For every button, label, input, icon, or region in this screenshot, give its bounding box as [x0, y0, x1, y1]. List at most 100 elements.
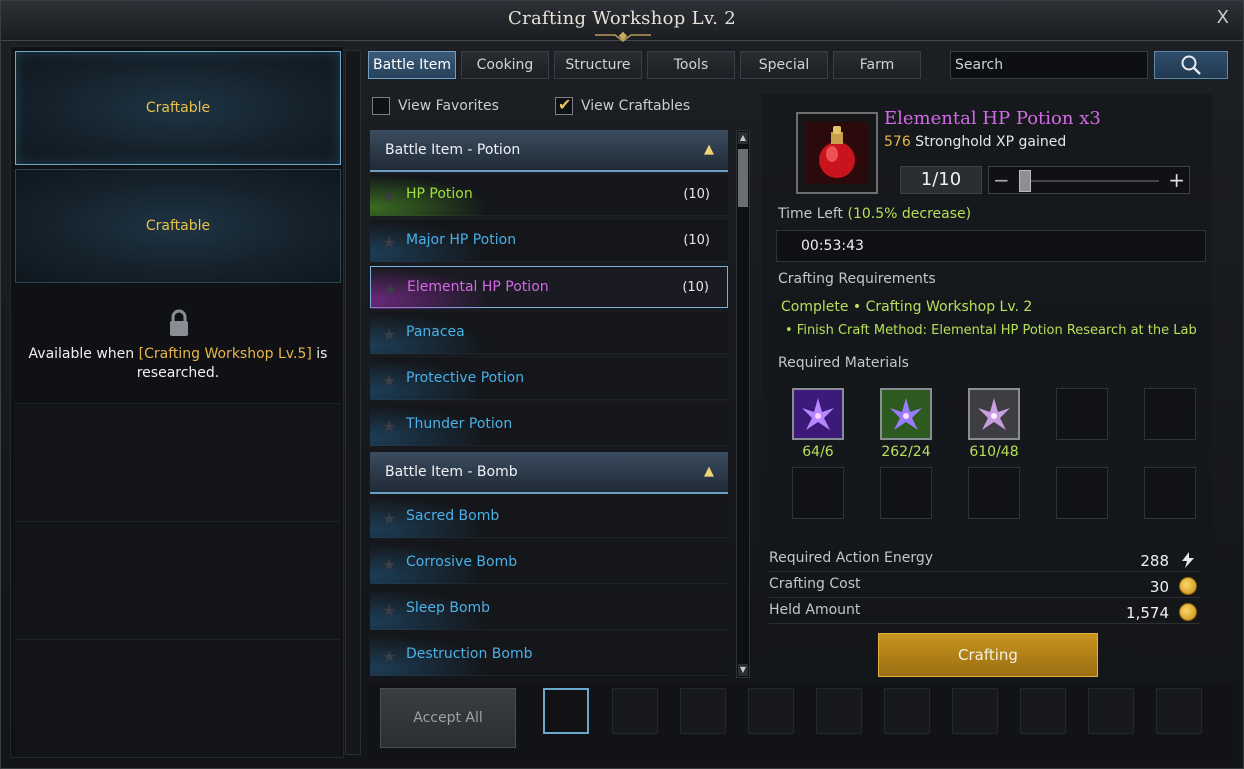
favorite-star-icon[interactable]: ★ [382, 417, 396, 436]
scroll-thumb[interactable] [738, 149, 748, 207]
magnifier-icon [1181, 55, 1201, 75]
favorite-star-icon[interactable]: ★ [382, 647, 396, 666]
collapse-caret-icon[interactable]: ▲ [704, 142, 714, 157]
stat-label: Required Action Energy [769, 550, 934, 566]
column-divider [345, 50, 361, 755]
checkbox-box[interactable] [372, 97, 390, 115]
recipe-name: Elemental HP Potion [407, 279, 549, 295]
empty-slot [15, 521, 341, 639]
material-slot-empty [792, 467, 844, 519]
output-slot[interactable] [680, 688, 726, 734]
recipe-item-selected[interactable]: ★ Elemental HP Potion (10) [370, 266, 728, 309]
scroll-down-arrow-icon[interactable]: ▼ [738, 664, 748, 676]
output-slot[interactable] [816, 688, 862, 734]
recipe-name: Major HP Potion [406, 232, 517, 248]
close-button[interactable]: X [1217, 7, 1229, 28]
material-slot-2[interactable] [880, 388, 932, 440]
materials-title: Required Materials [778, 355, 909, 371]
output-slot[interactable] [1088, 688, 1134, 734]
search-input[interactable]: Search [950, 51, 1148, 79]
favorite-star-icon[interactable]: ★ [383, 280, 397, 299]
title-ornament-icon [595, 31, 651, 42]
stat-crafting-cost: Crafting Cost 30 [769, 574, 1201, 598]
flower-material-icon [882, 390, 930, 438]
output-slot[interactable] [884, 688, 930, 734]
recipe-item[interactable]: ★ Sleep Bomb [370, 588, 728, 630]
requirement-line-2: • Finish Craft Method: Elemental HP Poti… [785, 323, 1197, 338]
view-favorites-checkbox[interactable]: View Favorites [372, 96, 499, 116]
scroll-up-arrow-icon[interactable]: ▲ [738, 132, 748, 144]
empty-slot [15, 403, 341, 521]
view-favorites-label: View Favorites [398, 98, 499, 114]
decrease-button[interactable]: − [993, 167, 1010, 193]
tab-battle-item[interactable]: Battle Item [368, 51, 456, 79]
increase-button[interactable]: + [1168, 167, 1185, 193]
checkbox-box[interactable]: ✔ [555, 95, 573, 115]
craft-slot-1[interactable]: Craftable [15, 51, 341, 165]
favorite-star-icon[interactable]: ★ [382, 187, 396, 206]
xp-text: 576 Stronghold XP gained [884, 134, 1066, 150]
tab-special[interactable]: Special [740, 51, 828, 79]
recipe-item[interactable]: ★ HP Potion (10) [370, 174, 728, 216]
favorite-star-icon[interactable]: ★ [382, 371, 396, 390]
window-title: Crafting Workshop Lv. 2 [508, 8, 736, 29]
recipe-name: Sleep Bomb [406, 600, 491, 616]
output-slot[interactable] [1020, 688, 1066, 734]
recipe-item[interactable]: ★ Thunder Potion [370, 404, 728, 446]
gold-coin-icon [1179, 603, 1197, 621]
favorite-star-icon[interactable]: ★ [382, 325, 396, 344]
empty-slot [15, 639, 341, 757]
view-craftables-checkbox[interactable]: ✔ View Craftables [555, 95, 690, 116]
output-slot[interactable] [952, 688, 998, 734]
material-slot-empty [1144, 388, 1196, 440]
recipe-item[interactable]: ★ Panacea [370, 312, 728, 354]
tab-tools[interactable]: Tools [647, 51, 735, 79]
recipe-item[interactable]: ★ Sacred Bomb [370, 496, 728, 538]
tab-cooking[interactable]: Cooking [461, 51, 549, 79]
checkmark-icon: ✔ [558, 95, 572, 114]
favorite-star-icon[interactable]: ★ [382, 555, 396, 574]
output-slot[interactable] [748, 688, 794, 734]
category-header-bomb[interactable]: Battle Item - Bomb ▲ [370, 452, 728, 494]
recipe-item[interactable]: ★ Destruction Bomb [370, 634, 728, 676]
craft-slot-label: Craftable [145, 218, 211, 234]
recipe-name: Protective Potion [406, 370, 525, 386]
tab-structure[interactable]: Structure [554, 51, 642, 79]
lock-icon [170, 309, 188, 336]
xp-value: 576 [884, 134, 911, 150]
material-slot-3[interactable] [968, 388, 1020, 440]
title-bar: Crafting Workshop Lv. 2 X [1, 1, 1243, 42]
material-slot-1[interactable] [792, 388, 844, 440]
slider-knob[interactable] [1019, 170, 1031, 192]
output-slot[interactable] [612, 688, 658, 734]
favorite-star-icon[interactable]: ★ [382, 509, 396, 528]
crafting-button[interactable]: Crafting [878, 633, 1098, 677]
slider-track[interactable] [1019, 180, 1159, 182]
stat-label: Held Amount [769, 602, 861, 618]
xp-label: Stronghold XP gained [910, 134, 1067, 150]
material-slot-empty [1144, 467, 1196, 519]
requirements-title: Crafting Requirements [778, 271, 936, 287]
favorite-star-icon[interactable]: ★ [382, 601, 396, 620]
collapse-caret-icon[interactable]: ▲ [704, 464, 714, 479]
recipe-name: HP Potion [406, 186, 473, 202]
accept-all-button[interactable]: Accept All [380, 688, 516, 748]
recipe-name: Thunder Potion [406, 416, 513, 432]
favorite-star-icon[interactable]: ★ [382, 233, 396, 252]
energy-icon [1182, 552, 1194, 568]
list-scrollbar[interactable]: ▲ ▼ [736, 130, 750, 678]
recipe-item[interactable]: ★ Corrosive Bomb [370, 542, 728, 584]
stat-held-amount: Held Amount 1,574 [769, 600, 1201, 624]
category-header-potion[interactable]: Battle Item - Potion ▲ [370, 130, 728, 172]
search-button[interactable] [1154, 51, 1228, 79]
output-slot-selected[interactable] [543, 688, 589, 734]
craft-slot-2[interactable]: Craftable [15, 169, 341, 283]
tab-farm[interactable]: Farm [833, 51, 921, 79]
locked-slot: Available when [Crafting Workshop Lv.5] … [15, 287, 341, 399]
quantity-slider[interactable]: − + [988, 166, 1190, 194]
recipe-item[interactable]: ★ Major HP Potion (10) [370, 220, 728, 262]
output-slot[interactable] [1156, 688, 1202, 734]
locked-suffix: is [311, 346, 328, 362]
recipe-item[interactable]: ★ Protective Potion [370, 358, 728, 400]
recipe-count: (10) [683, 233, 710, 248]
